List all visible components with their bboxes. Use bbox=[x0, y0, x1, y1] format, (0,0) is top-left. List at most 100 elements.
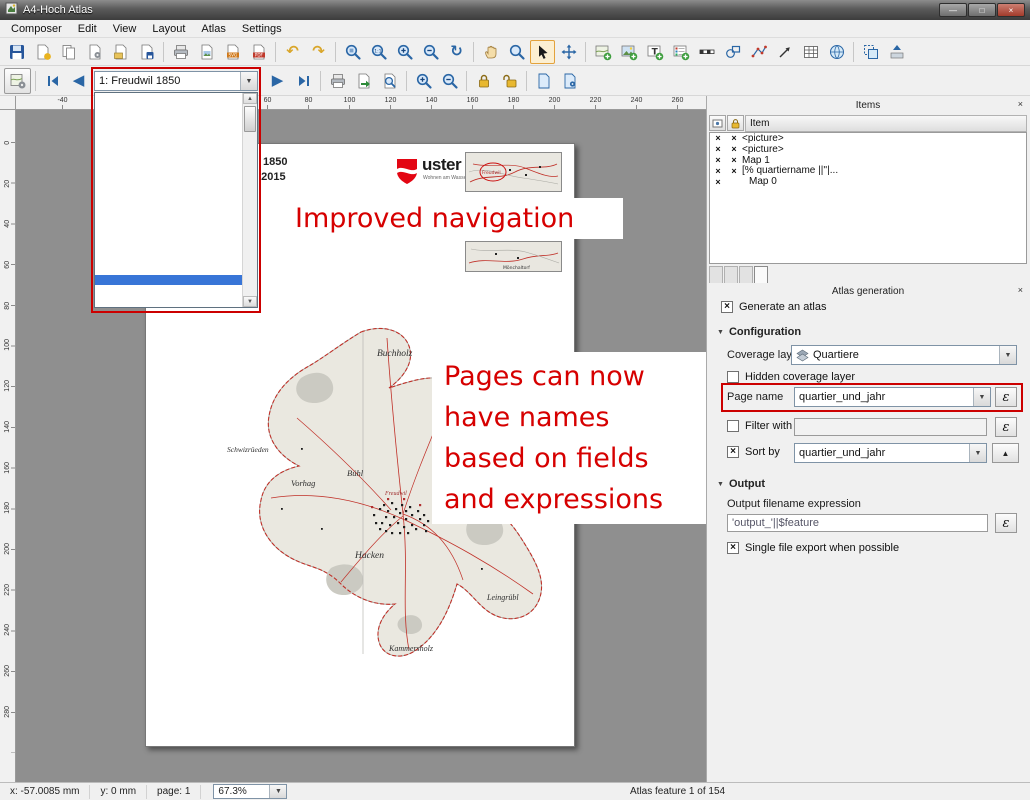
filter-expression-field[interactable] bbox=[794, 418, 987, 436]
dropdown-scrollbar[interactable]: ▲ ▼ bbox=[242, 93, 257, 307]
add-label-button[interactable]: T bbox=[642, 40, 667, 64]
dropdown-item[interactable] bbox=[95, 285, 242, 296]
minimize-button[interactable]: — bbox=[939, 3, 967, 17]
dropdown-item[interactable] bbox=[95, 93, 242, 104]
scroll-up-icon[interactable]: ▲ bbox=[243, 93, 257, 104]
item-row[interactable]: × × <picture> bbox=[710, 144, 1026, 155]
save-project-button[interactable] bbox=[4, 40, 29, 64]
chevron-down-icon[interactable]: ▼ bbox=[240, 72, 257, 90]
dropdown-item[interactable] bbox=[95, 232, 242, 243]
visibility-check[interactable]: × bbox=[710, 177, 726, 187]
add-shape-button[interactable] bbox=[720, 40, 745, 64]
scroll-down-icon[interactable]: ▼ bbox=[243, 296, 257, 307]
single-file-checkbox[interactable]: × bbox=[727, 542, 739, 554]
visibility-check[interactable]: × bbox=[710, 155, 726, 165]
panel-tab[interactable] bbox=[739, 266, 753, 283]
filter-expression-button[interactable]: ε bbox=[995, 417, 1017, 437]
panel-tab[interactable] bbox=[709, 266, 723, 283]
item-row[interactable]: × × <picture> bbox=[710, 133, 1026, 144]
menu-layout[interactable]: Layout bbox=[144, 22, 193, 36]
chevron-down-icon[interactable]: ▼ bbox=[973, 388, 990, 406]
zoom-tool-button[interactable] bbox=[504, 40, 529, 64]
lock-column-button[interactable] bbox=[727, 115, 744, 131]
sort-direction-button[interactable]: ▲ bbox=[992, 443, 1019, 463]
panel-tab[interactable] bbox=[754, 266, 768, 283]
menu-settings[interactable]: Settings bbox=[234, 22, 290, 36]
coverage-layer-combo[interactable]: Quartiere ▼ bbox=[791, 345, 1017, 365]
dropdown-item[interactable] bbox=[95, 179, 242, 190]
duplicate-composition-button[interactable] bbox=[56, 40, 81, 64]
dropdown-item[interactable] bbox=[95, 168, 242, 179]
dropdown-item[interactable] bbox=[95, 114, 242, 125]
overview-map-thumbnail-1[interactable]: Freudwil bbox=[465, 152, 562, 195]
dropdown-item[interactable] bbox=[95, 243, 242, 254]
next-feature-button[interactable]: ▶ bbox=[265, 69, 290, 93]
page-name-expression-button[interactable]: ε bbox=[995, 387, 1017, 407]
lock-items-button[interactable] bbox=[471, 69, 496, 93]
configuration-group-header[interactable]: ▼ Configuration bbox=[717, 326, 801, 338]
export-svg-button[interactable]: SVG bbox=[220, 40, 245, 64]
filename-expression-button[interactable]: ε bbox=[995, 513, 1017, 533]
select-move-item-button[interactable] bbox=[530, 40, 555, 64]
output-group-header[interactable]: ▼ Output bbox=[717, 478, 765, 490]
close-icon[interactable]: × bbox=[1018, 285, 1023, 295]
menu-atlas[interactable]: Atlas bbox=[193, 22, 233, 36]
generate-atlas-checkbox[interactable]: × bbox=[721, 301, 733, 313]
lock-check[interactable]: × bbox=[726, 155, 742, 165]
add-page-button[interactable] bbox=[531, 69, 556, 93]
export-pdf-button[interactable]: PDF bbox=[246, 40, 271, 64]
dropdown-item[interactable] bbox=[95, 275, 242, 286]
item-row[interactable]: × × Map 1 bbox=[710, 155, 1026, 166]
last-feature-button[interactable] bbox=[291, 69, 316, 93]
preview-atlas-button[interactable] bbox=[377, 69, 402, 93]
chevron-down-icon[interactable]: ▼ bbox=[269, 785, 286, 798]
item-row[interactable]: × Map 0 bbox=[710, 176, 1026, 187]
pan-tool-button[interactable] bbox=[478, 40, 503, 64]
page-title-year-bottom[interactable]: l 2015 bbox=[255, 171, 286, 183]
visibility-column-button[interactable] bbox=[709, 115, 726, 131]
unlock-items-button[interactable] bbox=[497, 69, 522, 93]
filter-with-checkbox[interactable] bbox=[727, 420, 739, 432]
maximize-button[interactable]: □ bbox=[968, 3, 996, 17]
visibility-check[interactable]: × bbox=[710, 166, 726, 176]
raise-items-button[interactable] bbox=[884, 40, 909, 64]
add-image-button[interactable] bbox=[616, 40, 641, 64]
zoom-in-button[interactable] bbox=[392, 40, 417, 64]
dropdown-item[interactable] bbox=[95, 146, 242, 157]
item-row[interactable]: × × [% quartiername ||''|... bbox=[710, 165, 1026, 176]
dropdown-item[interactable] bbox=[95, 189, 242, 200]
dropdown-item[interactable] bbox=[95, 264, 242, 275]
dropdown-item[interactable] bbox=[95, 125, 242, 136]
uster-shield-logo[interactable] bbox=[396, 158, 418, 188]
export-atlas-button[interactable] bbox=[351, 69, 376, 93]
chevron-down-icon[interactable]: ▼ bbox=[999, 346, 1016, 364]
add-scalebar-button[interactable] bbox=[694, 40, 719, 64]
overview-map-thumbnail-2[interactable]: Mönchaltorf bbox=[465, 241, 562, 275]
dropdown-item[interactable] bbox=[95, 136, 242, 147]
menu-edit[interactable]: Edit bbox=[70, 22, 105, 36]
undo-button[interactable]: ↶ bbox=[280, 40, 305, 64]
load-template-button[interactable] bbox=[108, 40, 133, 64]
hidden-coverage-checkbox[interactable] bbox=[727, 371, 739, 383]
sort-by-combo[interactable]: quartier_und_jahr ▼ bbox=[794, 443, 987, 463]
save-template-button[interactable] bbox=[134, 40, 159, 64]
atlas-settings-button[interactable] bbox=[4, 68, 31, 94]
lock-check[interactable]: × bbox=[726, 166, 742, 176]
dropdown-item[interactable] bbox=[95, 157, 242, 168]
dropdown-item[interactable] bbox=[95, 211, 242, 222]
output-filename-field[interactable]: 'output_'||$feature bbox=[727, 514, 988, 532]
zoom-out-button[interactable] bbox=[418, 40, 443, 64]
previous-feature-button[interactable]: ◀ bbox=[66, 69, 91, 93]
zoom-out-atlas-button[interactable] bbox=[437, 69, 462, 93]
move-content-button[interactable] bbox=[556, 40, 581, 64]
zoom-actual-button[interactable]: 1:1 bbox=[366, 40, 391, 64]
dropdown-item[interactable] bbox=[95, 104, 242, 115]
chevron-down-icon[interactable]: ▼ bbox=[969, 444, 986, 462]
add-map-button[interactable] bbox=[590, 40, 615, 64]
menu-view[interactable]: View bbox=[105, 22, 145, 36]
export-image-button[interactable] bbox=[194, 40, 219, 64]
visibility-check[interactable]: × bbox=[710, 133, 726, 143]
print-button[interactable] bbox=[168, 40, 193, 64]
dropdown-item[interactable] bbox=[95, 296, 242, 307]
sort-by-checkbox[interactable]: × bbox=[727, 446, 739, 458]
